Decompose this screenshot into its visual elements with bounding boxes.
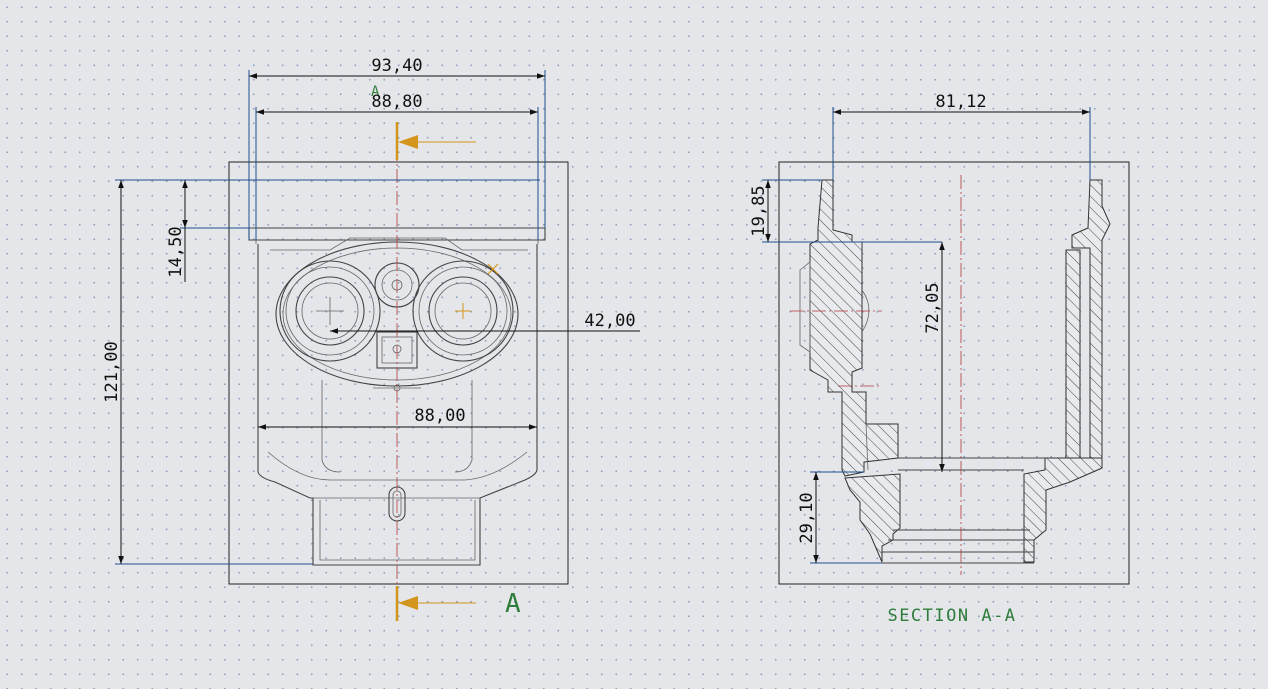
dimension-total-height[interactable]: 121,00	[102, 180, 124, 564]
front-view[interactable]: A A 93,40 88,80 88,00 42,00 121,00 14,50	[102, 56, 640, 621]
dimension-rim-height[interactable]: 14,50	[166, 180, 188, 282]
dimension-body-width[interactable]: 88,00	[258, 406, 537, 430]
dimension-value: 81,12	[935, 92, 986, 112]
dimension-bottom-height[interactable]: 29,10	[797, 472, 819, 563]
section-view-geometry	[799, 179, 1111, 564]
section-view[interactable]: 81,12 19,85 72,05 29,10 SECTION A-A	[749, 92, 1130, 626]
dimension-value: 42,00	[584, 311, 635, 331]
section-arrow-icon	[398, 596, 418, 610]
dimension-value: 72,05	[923, 282, 943, 333]
dimension-inner-width[interactable]: 88,80	[256, 92, 538, 115]
section-label-bottom: A	[505, 589, 521, 619]
dimension-value: 88,80	[371, 92, 422, 112]
dimension-value: 93,40	[371, 56, 422, 76]
dimension-value: 14,50	[166, 226, 186, 277]
dimension-value: 88,00	[414, 406, 465, 426]
center-mark-icon	[455, 303, 471, 319]
dimension-overall-width[interactable]: 93,40	[249, 56, 545, 79]
dimension-value: 19,85	[749, 185, 769, 236]
dimension-top-width[interactable]: 81,12	[833, 92, 1090, 115]
section-title: SECTION A-A	[887, 606, 1016, 626]
drawing-canvas[interactable]: A A 93,40 88,80 88,00 42,00 121,00 14,50…	[0, 0, 1268, 689]
section-cut-indicator[interactable]	[395, 122, 476, 621]
dimension-value: 121,00	[102, 341, 122, 402]
dimension-top-height[interactable]: 19,85	[749, 180, 771, 242]
section-arrow-icon	[398, 135, 418, 149]
dimension-inner-depth[interactable]: 72,05	[923, 242, 945, 472]
dimension-value: 29,10	[797, 492, 817, 543]
